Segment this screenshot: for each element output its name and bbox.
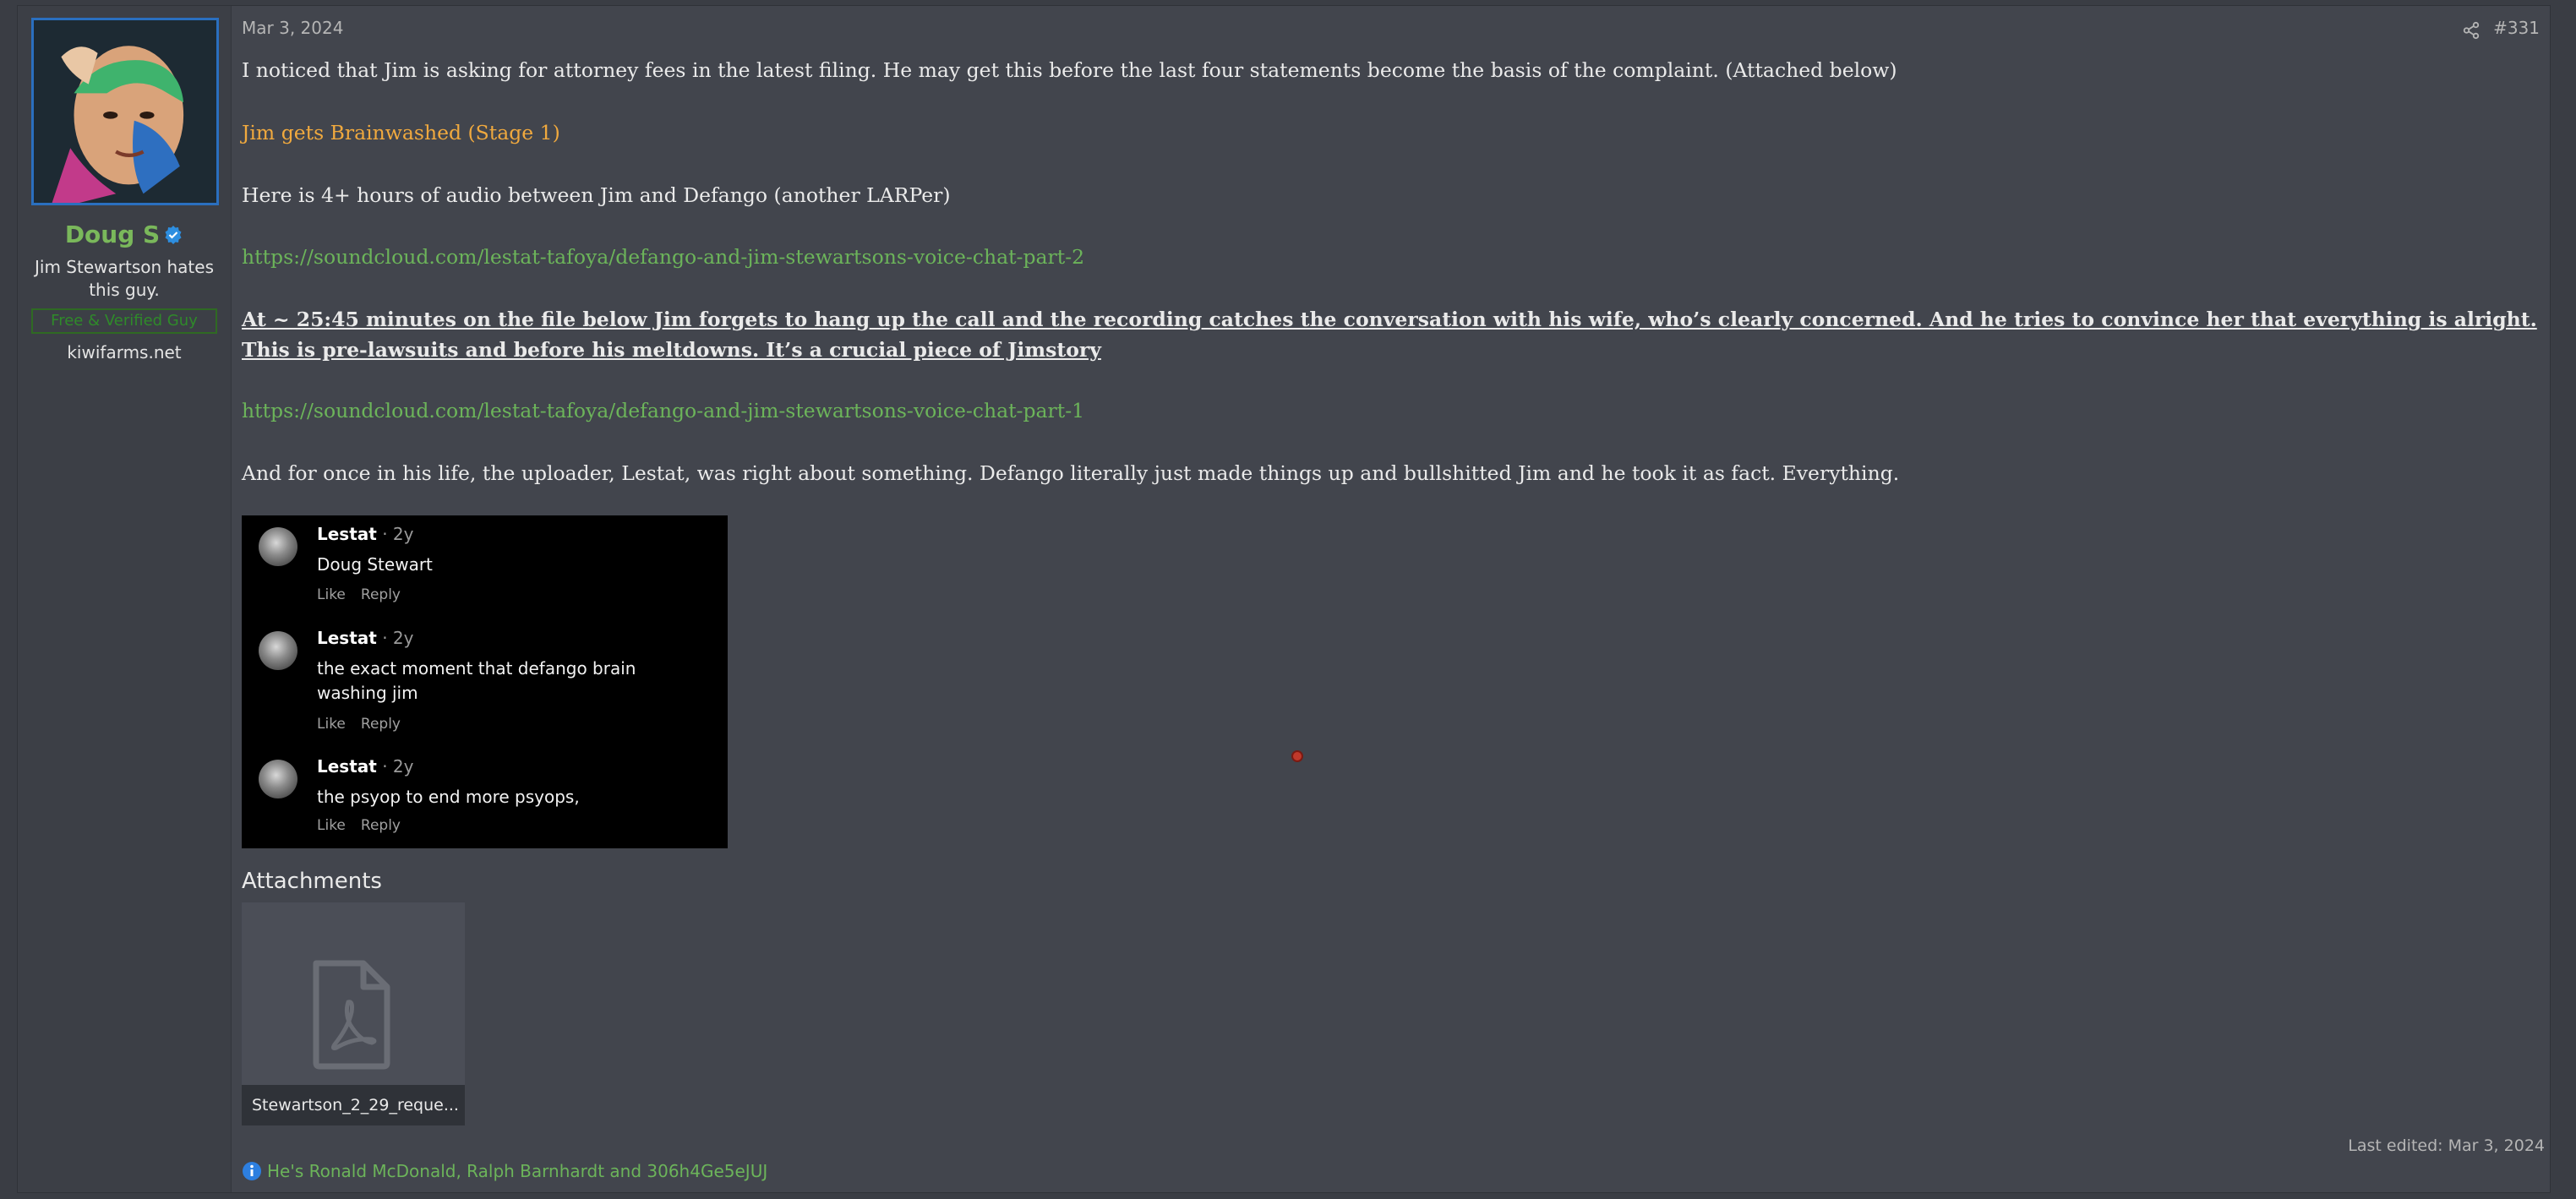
commenter-avatar <box>259 527 297 566</box>
body-paragraph: I noticed that Jim is asking for attorne… <box>242 58 1897 82</box>
commenter-avatar <box>259 631 297 670</box>
info-icon <box>243 1162 261 1180</box>
attachment-thumbnail[interactable]: Stewartson_2_29_reque... <box>242 902 465 1125</box>
comment-author: Lestat · 2y <box>317 756 414 777</box>
comment-screenshot-image[interactable]: Lestat · 2y Doug Stewart Like Reply Lesta… <box>242 515 728 848</box>
pdf-file-icon <box>313 960 390 1070</box>
comment-author: Lestat · 2y <box>317 524 414 544</box>
last-edited: Last edited: Mar 3, 2024 <box>2348 1136 2545 1155</box>
user-site: kiwifarms.net <box>67 342 182 362</box>
comment-actions: Like Reply <box>317 817 401 834</box>
emphasis-paragraph: At ~ 25:45 minutes on the file below Jim… <box>242 308 2537 362</box>
body-paragraph: And for once in his life, the uploader, … <box>242 461 1900 485</box>
comment-text: Doug Stewart <box>317 554 433 575</box>
comment-actions: Like Reply <box>317 716 401 733</box>
comment-author: Lestat · 2y <box>317 628 414 648</box>
avatar[interactable] <box>31 18 219 205</box>
user-title: Jim Stewartson hates this guy. <box>35 257 215 300</box>
reactions-text[interactable]: He's Ronald McDonald, Ralph Barnhardt an… <box>267 1161 767 1181</box>
soundcloud-link-part-1[interactable]: https://soundcloud.com/lestat-tafoya/def… <box>242 395 1084 426</box>
comment-text: the exact moment that defango brain wash… <box>317 658 636 703</box>
user-info-panel: Doug S Jim Stewartson hates this guy. Fr… <box>18 6 232 1192</box>
comment-actions: Like Reply <box>317 586 401 603</box>
avatar-image <box>34 20 216 203</box>
soundcloud-link-part-2[interactable]: https://soundcloud.com/lestat-tafoya/def… <box>242 242 1084 272</box>
body-paragraph: Here is 4+ hours of audio between Jim an… <box>242 183 951 207</box>
user-banner: Free & Verified Guy <box>31 308 217 334</box>
post-number[interactable]: #331 <box>2493 18 2540 38</box>
username-row: Doug S <box>18 221 231 248</box>
username[interactable]: Doug S <box>65 221 160 248</box>
post-main: Mar 3, 2024 #331 I noticed that Jim is a… <box>242 6 2550 1192</box>
attachment-filename[interactable]: Stewartson_2_29_reque... <box>242 1085 465 1125</box>
comment-text: the psyop to end more psyops, <box>317 787 580 807</box>
post-container: Doug S Jim Stewartson hates this guy. Fr… <box>17 5 2551 1193</box>
reactions-bar[interactable]: He's Ronald McDonald, Ralph Barnhardt an… <box>242 1161 767 1181</box>
share-icon[interactable] <box>2462 21 2480 40</box>
verified-badge-icon <box>165 226 182 244</box>
section-heading: Jim gets Brainwashed (Stage 1) <box>242 121 560 144</box>
post-date[interactable]: Mar 3, 2024 <box>242 18 343 38</box>
attachments-heading: Attachments <box>242 869 382 894</box>
mouse-cursor <box>1291 750 1303 762</box>
commenter-avatar <box>259 760 297 798</box>
